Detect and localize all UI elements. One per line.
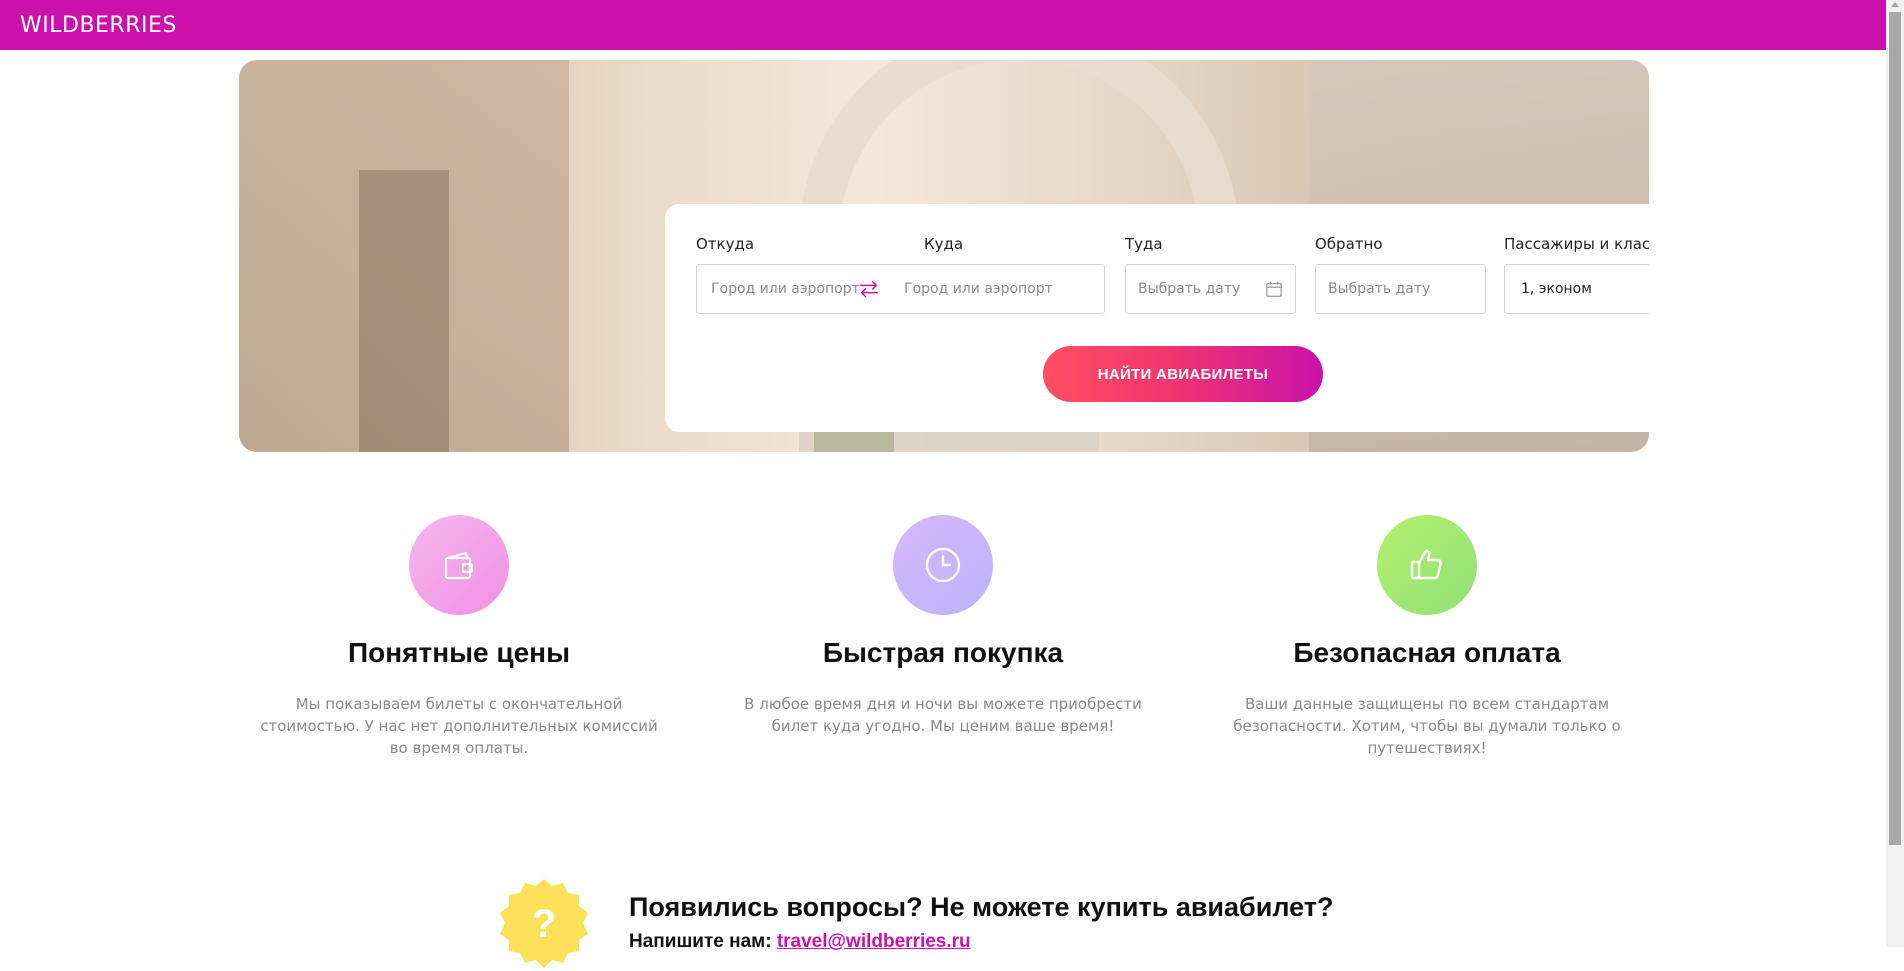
logo[interactable]: WILDBERRIES (20, 13, 177, 38)
feature-clear-prices: Понятные цены Мы показываем билеты с око… (249, 515, 669, 759)
route-field-group (696, 264, 1105, 314)
return-field[interactable] (1315, 264, 1486, 314)
feature-icon-circle (893, 515, 993, 615)
feature-secure-payment: Безопасная оплата Ваши данные защищены п… (1217, 515, 1637, 759)
to-input[interactable] (904, 281, 1104, 297)
return-input[interactable] (1316, 281, 1485, 297)
scrollbar-thumb[interactable] (1889, 12, 1901, 845)
search-form: Откуда Куда Туда Обратно Пассажиры и кла… (665, 204, 1649, 432)
passengers-field[interactable]: 1, эконом (1504, 264, 1649, 314)
depart-label: Туда (1125, 235, 1163, 253)
badge-glyph: ? (532, 902, 556, 946)
feature-title: Быстрая покупка (822, 637, 1064, 668)
question-badge-icon: ? (500, 879, 588, 968)
depart-field[interactable] (1125, 264, 1296, 314)
return-label: Обратно (1315, 235, 1383, 253)
feature-text: Мы показываем билеты с окончательной сто… (260, 695, 658, 757)
wallet-icon (444, 551, 474, 580)
help-title: Появились вопросы? Не можете купить авиа… (629, 892, 1334, 922)
help-section: ? Появились вопросы? Не можете купить ав… (497, 877, 1397, 968)
feature-text: Ваши данные защищены по всем стандартам … (1233, 695, 1621, 757)
thumbs-up-icon (1410, 549, 1442, 580)
scroll-up-arrow-icon[interactable] (1891, 2, 1899, 7)
clock-icon (925, 547, 961, 583)
scrollbar[interactable] (1886, 0, 1904, 947)
email-link[interactable]: travel@wildberries.ru (777, 931, 971, 952)
hero-banner: Откуда Куда Туда Обратно Пассажиры и кла… (239, 60, 1649, 452)
find-tickets-button[interactable]: НАЙТИ АВИАБИЛЕТЫ (1043, 346, 1323, 402)
feature-icon-circle (1377, 515, 1477, 615)
from-label: Откуда (696, 235, 755, 253)
write-us-label: Напишите нам: (629, 931, 772, 952)
to-label: Куда (924, 235, 964, 253)
feature-icon-circle (409, 515, 509, 615)
feature-text: В любое время дня и ночи вы можете приоб… (744, 695, 1142, 735)
feature-fast-purchase: Быстрая покупка В любое время дня и ночи… (733, 515, 1153, 737)
passengers-value: 1, эконом (1521, 281, 1592, 297)
feature-title: Понятные цены (348, 637, 570, 668)
help-contact: Напишите нам: travel@wildberries.ru (629, 931, 971, 953)
hero-door (359, 170, 449, 452)
calendar-icon[interactable] (1265, 280, 1283, 298)
swap-arrows-icon[interactable] (858, 278, 880, 300)
top-bar: WILDBERRIES (0, 0, 1904, 50)
passengers-label: Пассажиры и класс (1504, 235, 1649, 253)
to-field (886, 265, 1104, 313)
feature-title: Безопасная оплата (1293, 637, 1561, 668)
